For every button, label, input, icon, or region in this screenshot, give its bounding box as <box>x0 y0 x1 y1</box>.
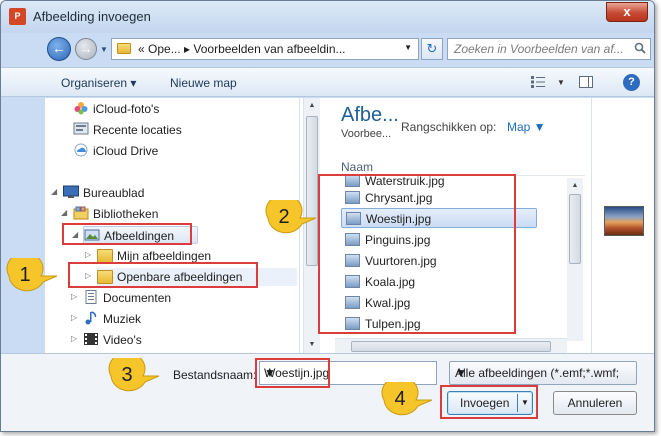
file-type-select[interactable]: Alle afbeeldingen (*.emf;*.wmf; ▼ <box>449 361 637 385</box>
callout-1: 1 <box>5 258 59 294</box>
folder-icon <box>117 43 131 54</box>
search-icon <box>634 42 646 54</box>
nav-item-desktop[interactable]: ◢ Bureaublad <box>51 184 263 202</box>
nav-item-label: Mijn afbeeldingen <box>117 249 212 263</box>
back-button[interactable]: ← <box>47 37 71 61</box>
window-title: Afbeelding invoegen <box>33 9 151 24</box>
expand-arrow-icon[interactable]: ▷ <box>71 292 77 301</box>
nav-item-recent-places[interactable]: Recente locaties <box>73 121 273 139</box>
command-toolbar: Organiseren ▾ Nieuwe map ▼ ? <box>1 67 654 97</box>
view-options-icon[interactable] <box>531 76 545 88</box>
title-bar: P Afbeelding invoegen x <box>1 1 654 33</box>
nav-item-documents[interactable]: ▷ Documenten <box>71 289 283 307</box>
documents-icon <box>85 290 97 304</box>
desert-preview-image <box>604 206 644 236</box>
new-folder-button[interactable]: Nieuwe map <box>170 76 237 90</box>
scroll-up-arrow-icon[interactable]: ▲ <box>567 178 583 194</box>
library-subtitle: Voorbee... <box>341 128 392 140</box>
library-title: Afbe... <box>341 104 399 126</box>
address-path[interactable]: « Ope... ▸ Voorbeelden van afbeeldin... <box>138 42 346 56</box>
nav-item-music[interactable]: ▷ Muziek <box>71 310 283 328</box>
forward-button[interactable]: → <box>75 38 97 60</box>
callout-4: 4 <box>380 382 434 418</box>
arrange-by-value: Map <box>507 120 531 134</box>
callout-number: 2 <box>278 206 290 228</box>
highlight-filename <box>255 358 330 388</box>
highlight-insert <box>440 385 538 419</box>
address-dropdown-icon[interactable]: ▼ <box>404 43 412 52</box>
scroll-thumb[interactable] <box>569 194 581 264</box>
preview-pane <box>591 98 654 353</box>
callout-number: 4 <box>394 388 406 410</box>
expand-arrow-icon[interactable]: ▷ <box>85 250 91 259</box>
folder-icon <box>97 249 113 263</box>
scroll-thumb[interactable] <box>306 116 318 266</box>
powerpoint-icon: P <box>9 8 26 25</box>
music-icon <box>85 311 97 325</box>
videos-icon <box>84 333 98 345</box>
nav-item-icloud-drive[interactable]: iCloud Drive <box>73 142 273 160</box>
expand-arrow-icon[interactable]: ◢ <box>51 187 57 196</box>
nav-item-libraries[interactable]: ◢ Bibliotheken <box>61 205 273 223</box>
callout-number: 3 <box>121 364 133 386</box>
callout-number: 1 <box>19 264 31 286</box>
recent-locations-dropdown-icon[interactable]: ▼ <box>100 45 108 54</box>
nav-item-label: Video's <box>103 333 142 347</box>
help-icon[interactable]: ? <box>623 74 640 91</box>
expand-arrow-icon[interactable]: ▷ <box>71 313 77 322</box>
highlight-pictures <box>62 223 192 245</box>
arrange-by-label: Rangschikken op: <box>401 120 497 134</box>
nav-item-label: iCloud-foto's <box>93 102 160 116</box>
arrange-by-dropdown[interactable]: Map ▼ <box>507 120 546 134</box>
refresh-button[interactable]: ↻ <box>421 38 443 60</box>
search-input[interactable]: Zoeken in Voorbeelden van af... <box>447 38 651 60</box>
file-list-vertical-scrollbar[interactable]: ▲ <box>567 178 583 341</box>
nav-item-label: Documenten <box>103 291 172 305</box>
address-bar[interactable]: « Ope... ▸ Voorbeelden van afbeeldin... … <box>111 38 419 60</box>
photos-icon <box>74 102 88 115</box>
filename-label: Bestandsnaam: <box>173 368 257 382</box>
view-dropdown-icon[interactable]: ▼ <box>557 78 565 87</box>
organize-button[interactable]: Organiseren ▾ <box>61 76 136 90</box>
nav-item-label: Bureaublad <box>83 186 145 200</box>
nav-item-label: Recente locaties <box>93 123 182 137</box>
highlight-public-pictures <box>68 262 258 288</box>
close-button[interactable]: x <box>606 2 648 22</box>
file-type-dropdown-icon[interactable]: ▼ <box>455 366 631 380</box>
desktop-icon <box>63 185 79 198</box>
nav-item-label: Muziek <box>103 312 142 326</box>
expand-arrow-icon[interactable]: ▷ <box>71 334 77 343</box>
callout-3: 3 <box>107 358 161 394</box>
nav-item-videos[interactable]: ▷ Video's <box>71 331 283 349</box>
cancel-button[interactable]: Annuleren <box>553 391 637 415</box>
expand-arrow-icon[interactable]: ◢ <box>61 208 67 217</box>
scroll-down-arrow-icon[interactable]: ▼ <box>304 337 320 353</box>
file-list-horizontal-scrollbar[interactable] <box>335 338 567 353</box>
preview-pane-icon[interactable] <box>579 76 593 88</box>
scroll-up-arrow-icon[interactable]: ▲ <box>304 98 320 114</box>
nav-item-label: Bibliotheken <box>93 207 159 221</box>
nav-item-label: iCloud Drive <box>93 144 159 158</box>
search-placeholder: Zoeken in Voorbeelden van af... <box>454 42 624 56</box>
nav-item-icloud-photos[interactable]: iCloud-foto's <box>73 100 273 118</box>
libraries-icon <box>73 206 89 220</box>
recent-places-icon <box>73 122 89 135</box>
highlight-file-list <box>318 174 516 334</box>
scroll-thumb[interactable] <box>351 341 551 352</box>
callout-2: 2 <box>264 200 318 236</box>
cloud-icon <box>74 143 88 157</box>
